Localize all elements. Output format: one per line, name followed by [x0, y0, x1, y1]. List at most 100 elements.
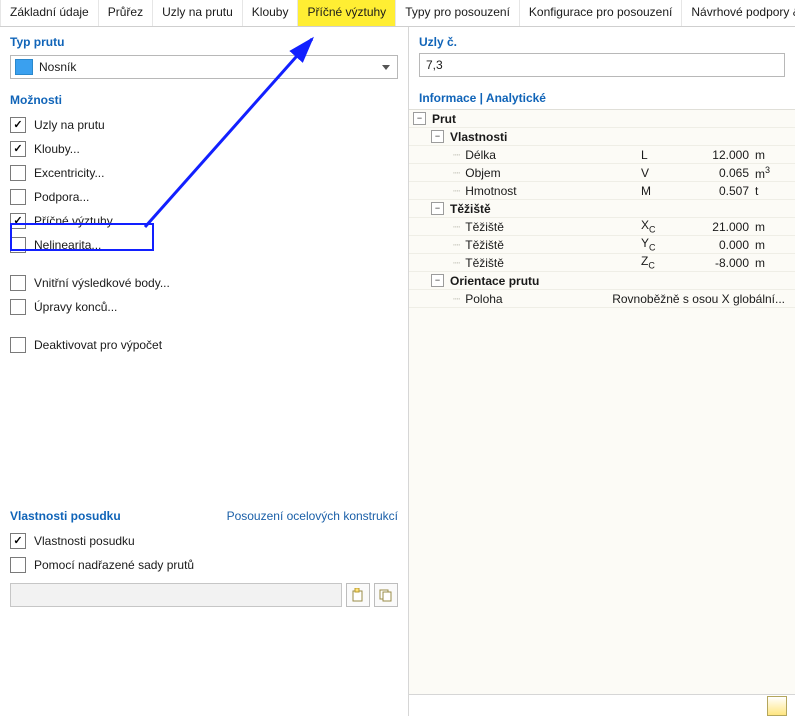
posudek-link[interactable]: Posouzení ocelových konstrukcí — [227, 509, 398, 523]
tree-row: ┈ObjemV0.065m3 — [409, 164, 795, 182]
checkbox[interactable] — [10, 337, 26, 353]
tab-navrhove-podpory[interactable]: Návrhové podpory & prů — [682, 0, 795, 26]
prop-unit: m3 — [749, 165, 791, 181]
chk-label: Pomocí nadřazené sady prutů — [34, 558, 194, 572]
posudek-head-label: Vlastnosti posudku — [10, 509, 121, 523]
checkbox[interactable] — [10, 299, 26, 315]
tree-row: ┈HmotnostM0.507t — [409, 182, 795, 200]
chk-row: Deaktivovat pro výpočet — [10, 333, 398, 357]
chk-label: Klouby... — [34, 142, 80, 156]
prop-label: Délka — [465, 148, 496, 162]
prop-unit: m — [749, 148, 791, 162]
beam-color-swatch — [15, 59, 33, 75]
prop-symbol: YC — [633, 236, 679, 252]
tree-row: ┈TěžištěYC0.000m — [409, 236, 795, 254]
highlight-box — [10, 223, 154, 251]
right-panel: Uzly č. 7,3 Informace | Analytické −Prut… — [409, 27, 795, 716]
right-footer — [409, 694, 795, 716]
collapse-icon[interactable]: − — [413, 112, 426, 125]
tree-row: −Těžiště — [409, 200, 795, 218]
posudek-input[interactable] — [10, 583, 342, 607]
posudek-head: Vlastnosti posudku Posouzení ocelových k… — [0, 501, 408, 529]
prop-unit: t — [749, 184, 791, 198]
prop-unit: m — [749, 220, 791, 234]
chk-label: Uzly na prutu — [34, 118, 105, 132]
typ-prutu-head: Typ prutu — [0, 27, 408, 55]
chk-label: Vnitřní výsledkové body... — [34, 276, 170, 290]
checkbox[interactable] — [10, 117, 26, 133]
property-tree: −Prut−Vlastnosti┈DélkaL12.000m┈ObjemV0.0… — [409, 109, 795, 694]
checkbox[interactable] — [10, 189, 26, 205]
checkbox[interactable] — [10, 533, 26, 549]
tree-group: Orientace prutu — [450, 274, 539, 288]
collapse-icon[interactable]: − — [431, 202, 444, 215]
chk-row: Úpravy konců... — [10, 295, 398, 319]
tab-zakladni-udaje[interactable]: Základní údaje — [0, 0, 99, 26]
chevron-down-icon — [382, 65, 390, 70]
grid-icon[interactable] — [767, 696, 787, 716]
moznosti-head: Možnosti — [0, 85, 408, 113]
prop-value: -8.000 — [679, 256, 749, 270]
chk-label: Vlastnosti posudku — [34, 534, 135, 548]
prop-value: 21.000 — [679, 220, 749, 234]
chk-row: Podpora... — [10, 185, 398, 209]
prop-label: Těžiště — [465, 256, 504, 270]
tree-row: ┈TěžištěXC21.000m — [409, 218, 795, 236]
checkbox[interactable] — [10, 141, 26, 157]
prop-value: 0.000 — [679, 238, 749, 252]
new-button[interactable] — [346, 583, 370, 607]
collapse-icon[interactable]: − — [431, 130, 444, 143]
prop-symbol: XC — [633, 218, 679, 234]
tree-group: Těžiště — [450, 202, 491, 216]
prop-symbol: L — [633, 148, 679, 162]
tree-row: −Prut — [409, 110, 795, 128]
tab-uzly-na-prutu[interactable]: Uzly na prutu — [153, 0, 243, 26]
copy-doc-icon — [379, 588, 393, 602]
collapse-icon[interactable]: − — [431, 274, 444, 287]
checkbox[interactable] — [10, 165, 26, 181]
tree-row: ┈DélkaL12.000m — [409, 146, 795, 164]
prop-unit: m — [749, 256, 791, 270]
prop-value: 12.000 — [679, 148, 749, 162]
chk-label: Deaktivovat pro výpočet — [34, 338, 162, 352]
prop-value: Rovnoběžně s osou X globální... — [612, 292, 791, 306]
tree-root: Prut — [432, 112, 456, 126]
uzly-input[interactable]: 7,3 — [419, 53, 785, 77]
prop-label: Hmotnost — [465, 184, 516, 198]
prop-label: Těžiště — [465, 220, 504, 234]
uzly-head: Uzly č. — [409, 27, 795, 53]
prop-symbol: M — [633, 184, 679, 198]
prop-symbol: V — [633, 166, 679, 180]
tab-typy-pro-posouzeni[interactable]: Typy pro posouzení — [396, 0, 520, 26]
chk-label: Podpora... — [34, 190, 89, 204]
chk-row: Klouby... — [10, 137, 398, 161]
chk-row: Excentricity... — [10, 161, 398, 185]
prop-label: Těžiště — [465, 238, 504, 252]
typ-prutu-select[interactable]: Nosník — [10, 55, 398, 79]
chk-row: Vlastnosti posudku — [10, 529, 398, 553]
prop-value: 0.507 — [679, 184, 749, 198]
checkbox[interactable] — [10, 275, 26, 291]
prop-label: Objem — [465, 166, 500, 180]
tree-row: ┈TěžištěZC-8.000m — [409, 254, 795, 272]
prop-unit: m — [749, 238, 791, 252]
tab-klouby[interactable]: Klouby — [243, 0, 299, 26]
chk-row: Pomocí nadřazené sady prutů — [10, 553, 398, 577]
typ-prutu-value: Nosník — [39, 60, 382, 74]
chk-label: Excentricity... — [34, 166, 104, 180]
tree-row: −Orientace prutu — [409, 272, 795, 290]
checkbox[interactable] — [10, 557, 26, 573]
new-doc-icon — [351, 588, 365, 602]
tab-pricne-vyztuhy[interactable]: Příčné výztuhy — [298, 0, 396, 26]
chk-row: Vnitřní výsledkové body... — [10, 271, 398, 295]
chk-row: Uzly na prutu — [10, 113, 398, 137]
chk-label: Úpravy konců... — [34, 300, 117, 314]
tab-prurez[interactable]: Průřez — [99, 0, 153, 26]
copy-button[interactable] — [374, 583, 398, 607]
info-head: Informace | Analytické — [409, 83, 795, 109]
prop-label: Poloha — [465, 292, 502, 306]
tree-group: Vlastnosti — [450, 130, 507, 144]
posudek-list: Vlastnosti posudku Pomocí nadřazené sady … — [0, 529, 408, 577]
tab-konfigurace[interactable]: Konfigurace pro posouzení — [520, 0, 682, 26]
prop-symbol: ZC — [633, 254, 679, 270]
